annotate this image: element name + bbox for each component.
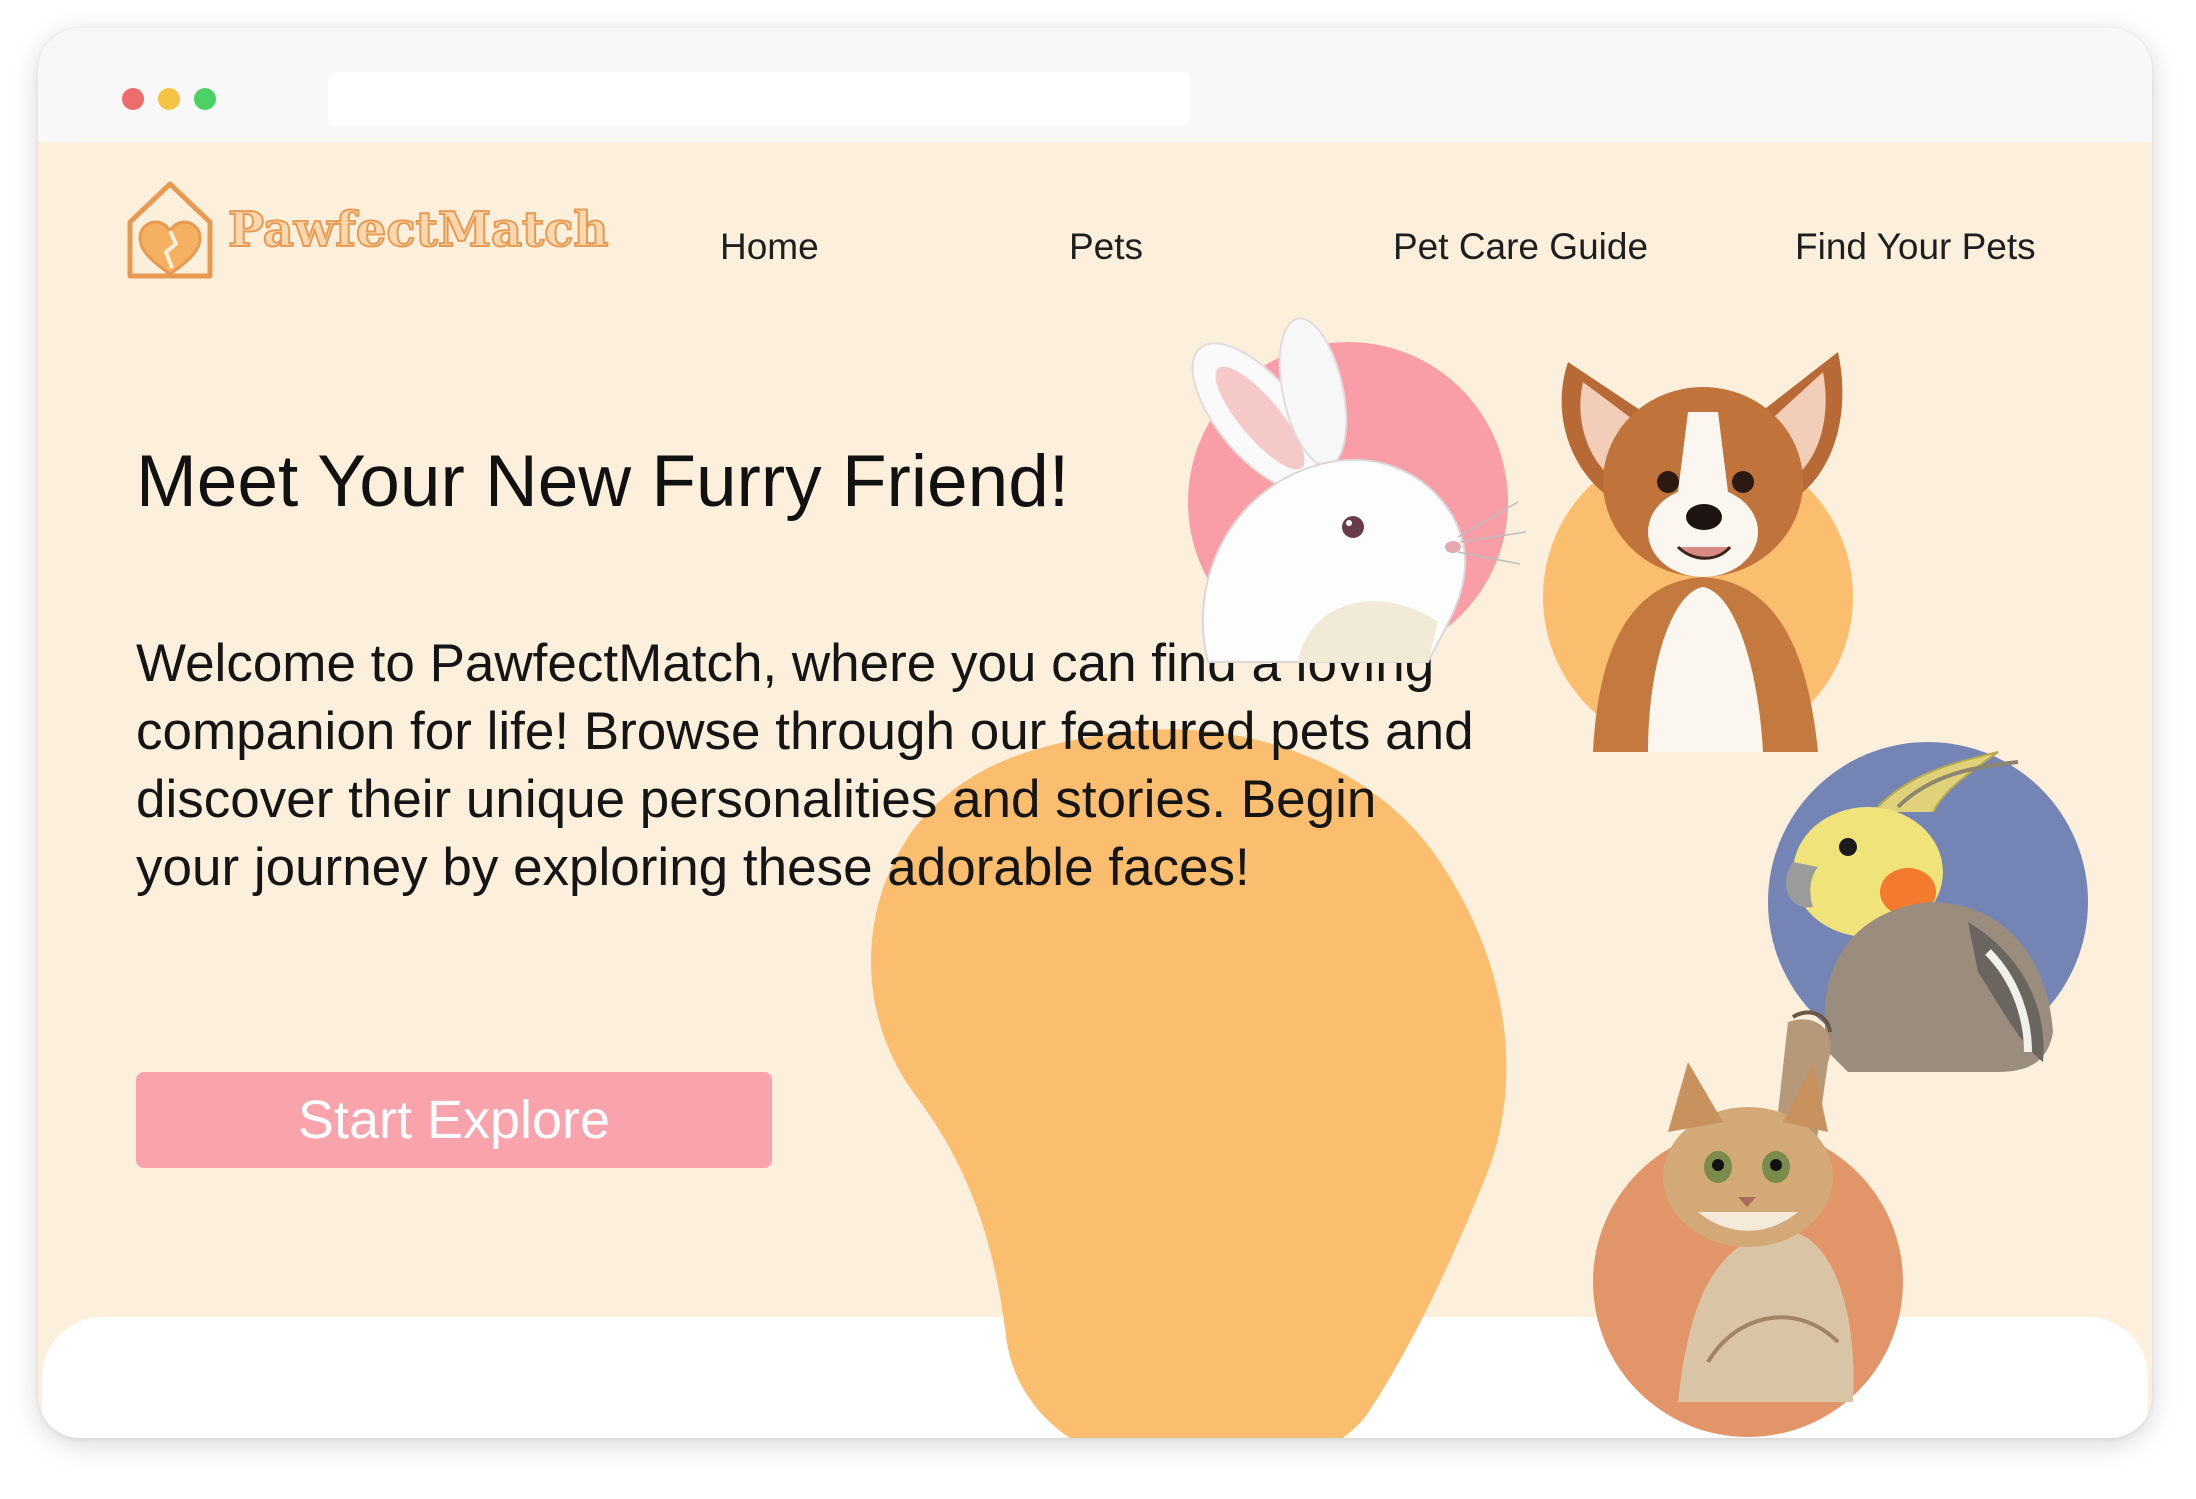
rabbit-photo[interactable] [1148, 317, 1548, 672]
nav-pet-care-guide-link[interactable]: Pet Care Guide [1393, 226, 1648, 268]
house-heart-icon [124, 178, 216, 282]
browser-window: PawfectMatch Home Pets Pet Care Guide Fi… [38, 28, 2152, 1438]
corgi-puppy-photo[interactable] [1508, 332, 1888, 752]
brand-name: PawfectMatch [227, 201, 609, 259]
address-bar[interactable] [328, 72, 1190, 126]
corgi-puppy-icon [1508, 332, 1888, 752]
start-explore-button[interactable]: Start Explore [136, 1072, 772, 1168]
close-window-dot[interactable] [122, 88, 144, 110]
nav-pets-link[interactable]: Pets [1069, 226, 1143, 268]
minimize-window-dot[interactable] [158, 88, 180, 110]
browser-chrome [38, 28, 2152, 142]
kitten-icon [1538, 1002, 1903, 1438]
hero-title: Meet Your New Furry Friend! [136, 441, 1070, 522]
nav-find-your-pets-link[interactable]: Find Your Pets [1795, 226, 2036, 268]
landing-page: PawfectMatch Home Pets Pet Care Guide Fi… [38, 142, 2152, 1438]
rabbit-icon [1148, 317, 1548, 672]
brand-logo[interactable]: PawfectMatch [124, 178, 609, 282]
nav-home-link[interactable]: Home [720, 226, 819, 268]
kitten-photo[interactable] [1538, 1002, 1903, 1438]
maximize-window-dot[interactable] [194, 88, 216, 110]
screenshot-stage: PawfectMatch Home Pets Pet Care Guide Fi… [0, 0, 2196, 1499]
